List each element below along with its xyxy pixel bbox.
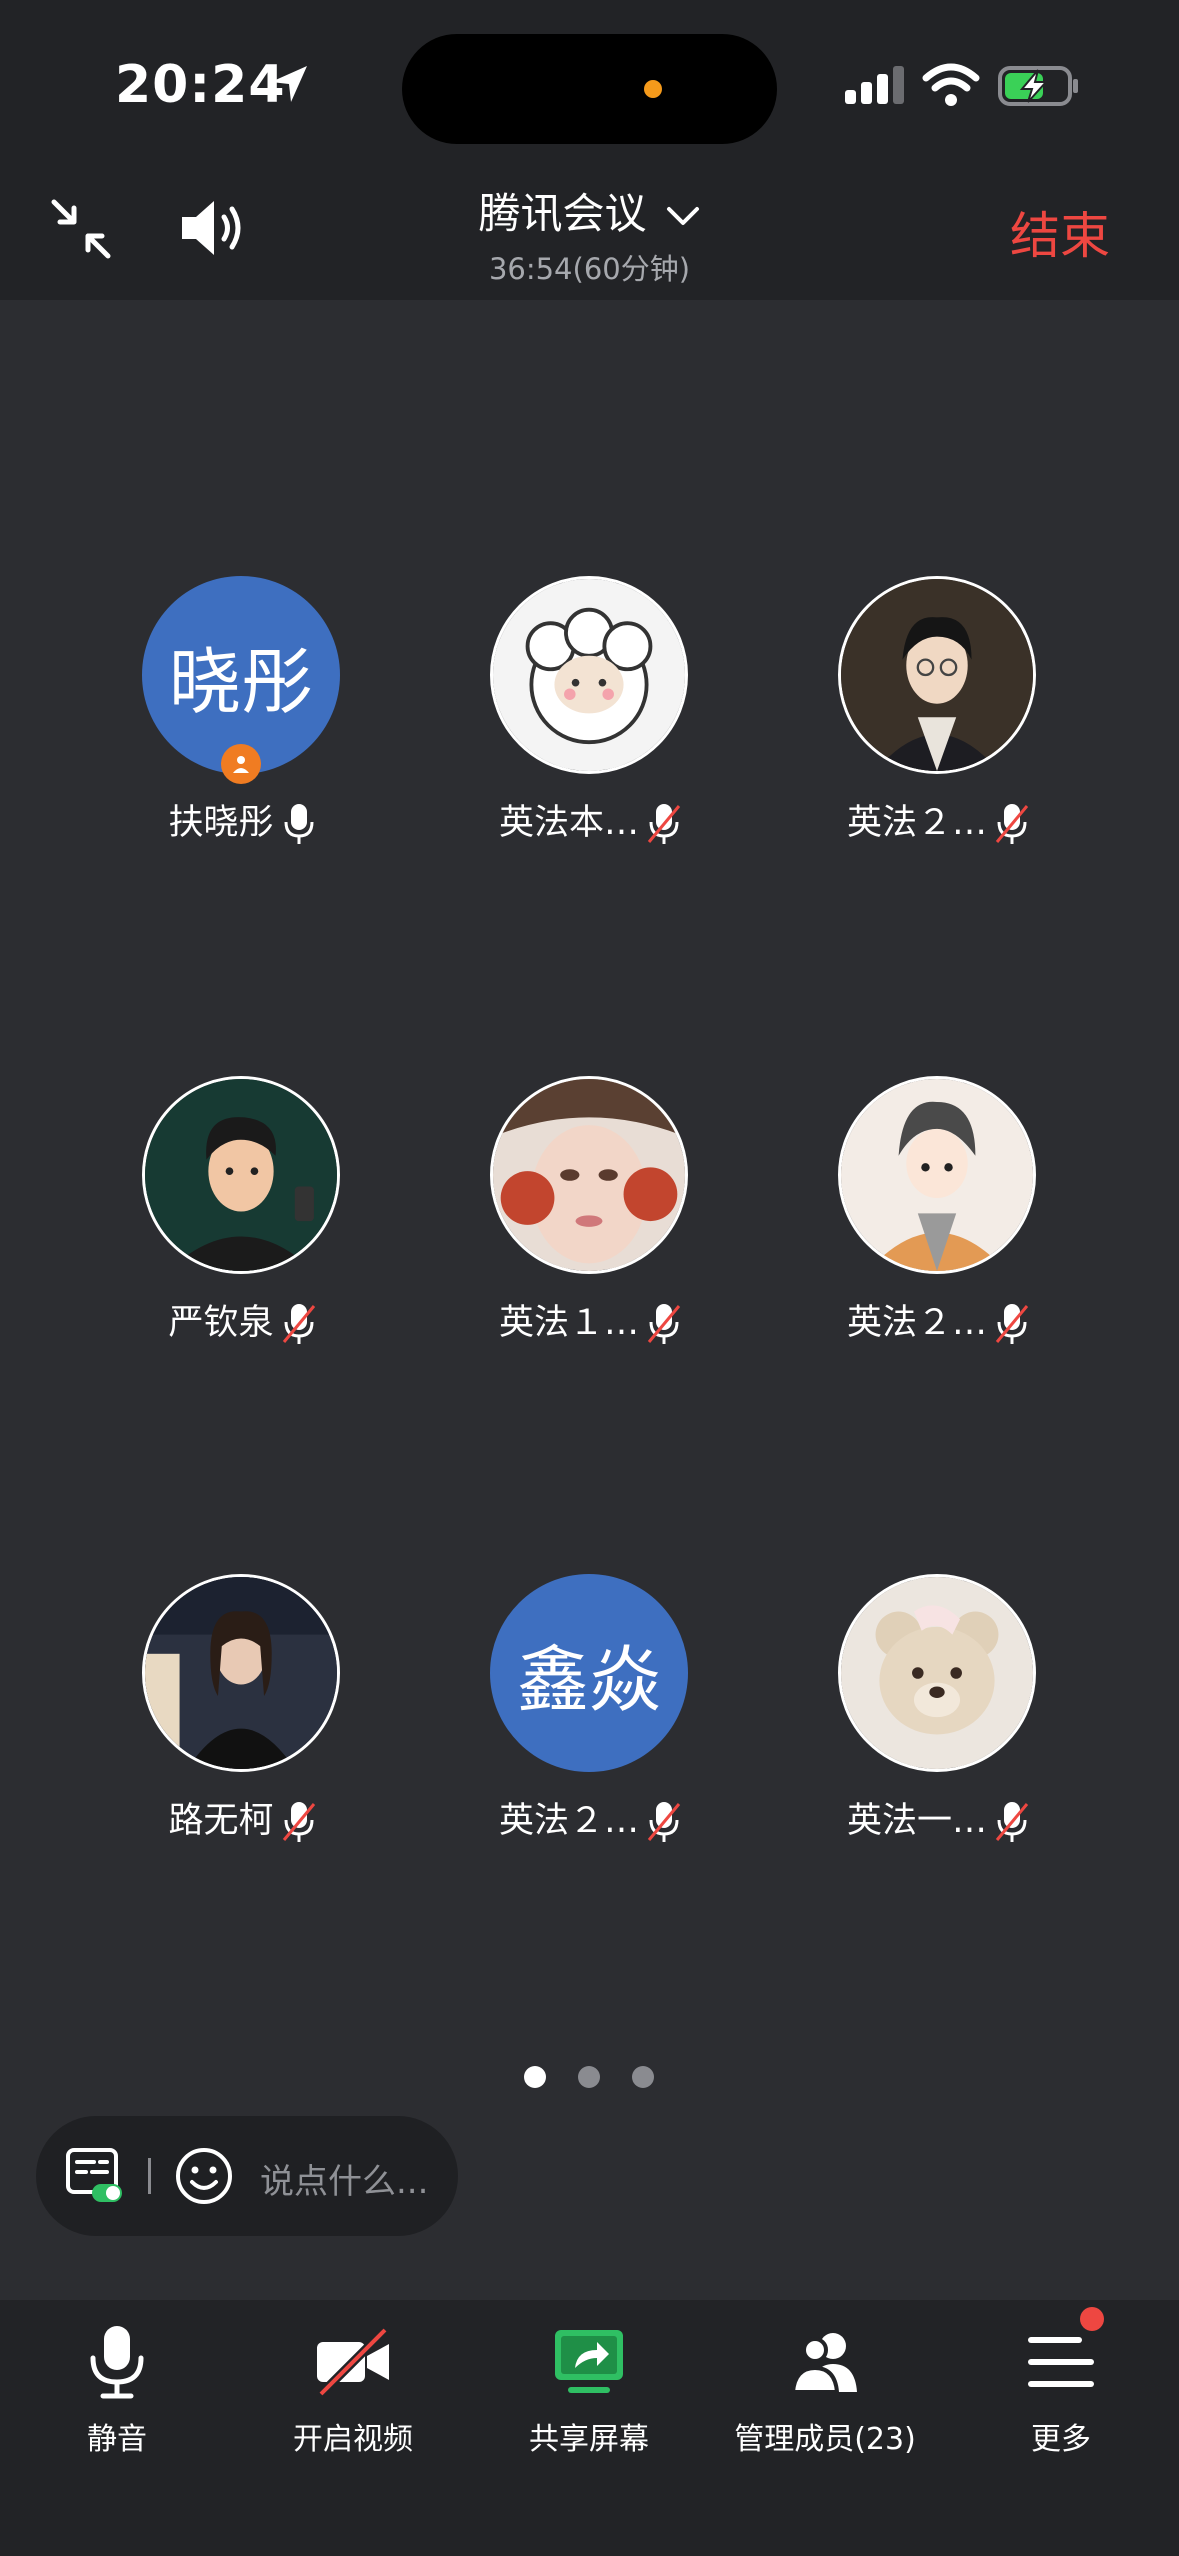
cellular-signal-icon (845, 66, 904, 104)
manage-members-label: 管理成员(23) (734, 2422, 916, 2457)
emoji-icon[interactable] (174, 2146, 234, 2206)
anime-boy-avatar-icon (838, 576, 1036, 774)
chat-input-placeholder[interactable]: 说点什么... (260, 2154, 428, 2203)
muted-microphone-icon (995, 1304, 1029, 1344)
participant-name: 严钦泉 (168, 1303, 274, 1343)
participant-name: 英法１… (498, 1303, 639, 1343)
meeting-title[interactable]: 腾讯会议 (0, 180, 1179, 241)
page-dot[interactable] (578, 2066, 600, 2088)
members-icon (790, 2333, 857, 2394)
location-arrow-icon (271, 66, 307, 102)
participant-tile[interactable]: 路无柯 (92, 1574, 392, 1864)
wifi-icon (922, 63, 980, 106)
manage-members-button[interactable]: 管理成员(23) (715, 2322, 935, 2472)
privacy-indicator-dot (644, 80, 662, 98)
participant-tile[interactable]: 英法一… (788, 1574, 1088, 1864)
page-dot[interactable] (632, 2066, 654, 2088)
share-screen-button[interactable]: 共享屏幕 (479, 2322, 699, 2472)
participant-name: 英法一… (846, 1801, 987, 1841)
chat-input-bar[interactable]: 说点什么... (36, 2116, 458, 2236)
share-screen-label: 共享屏幕 (529, 2422, 649, 2457)
battery-charging-icon (998, 66, 1078, 106)
start-video-label: 开启视频 (293, 2422, 413, 2457)
participant-name: 英法２… (846, 1303, 987, 1343)
more-button[interactable]: 更多 (951, 2322, 1171, 2472)
muted-microphone-icon (995, 804, 1029, 844)
avatar: 鑫焱 (490, 1574, 688, 1772)
muted-microphone-icon (647, 1304, 681, 1344)
muted-microphone-icon (995, 1802, 1029, 1842)
page-indicator[interactable] (524, 2066, 664, 2090)
participant-name-row: 英法一… (788, 1792, 1088, 1844)
participant-name-row: 英法２… (788, 794, 1088, 846)
participant-tile[interactable]: 英法２… (788, 1076, 1088, 1366)
participant-tile[interactable]: 鑫焱 英法２… (440, 1574, 740, 1864)
host-badge-icon (221, 744, 261, 784)
participant-name: 英法２… (846, 803, 987, 843)
page-dot-active[interactable] (524, 2066, 546, 2088)
start-video-button[interactable]: 开启视频 (243, 2322, 463, 2472)
share-screen-icon (555, 2330, 623, 2393)
mute-button[interactable]: 静音 (7, 2322, 227, 2472)
captions-toggle-icon[interactable] (64, 2146, 126, 2206)
microphone-icon (284, 804, 313, 844)
chevron-down-icon (666, 206, 699, 225)
microphone-icon (90, 2326, 144, 2399)
end-meeting-button[interactable]: 结束 (1010, 196, 1110, 268)
sheep-avatar-icon (490, 576, 688, 774)
participant-tile[interactable]: 晓彤 扶晓彤 (92, 576, 392, 866)
participant-name-row: 英法２… (440, 1792, 740, 1844)
photo-girl-avatar-icon (490, 1076, 688, 1274)
participant-tile[interactable]: 英法本… (440, 576, 740, 866)
meeting-timer: 36:54(60分钟) (488, 252, 691, 286)
teddy-bear-avatar-icon (838, 1574, 1036, 1772)
participant-name-row: 严钦泉 (92, 1294, 392, 1346)
cartoon-man-avatar-icon (142, 1076, 340, 1274)
muted-microphone-icon (282, 1304, 315, 1344)
notification-dot (1080, 2307, 1104, 2331)
muted-microphone-icon (647, 1802, 681, 1842)
divider (148, 2158, 151, 2194)
mute-label: 静音 (87, 2422, 147, 2457)
muted-microphone-icon (647, 804, 681, 844)
participant-name-row: 英法本… (440, 794, 740, 846)
participant-tile[interactable]: 英法２… (788, 576, 1088, 866)
status-time: 20:24 (115, 55, 286, 115)
participant-tile[interactable]: 严钦泉 (92, 1076, 392, 1366)
participant-name-row: 扶晓彤 (92, 794, 392, 846)
participant-name: 扶晓彤 (168, 803, 274, 843)
muted-microphone-icon (282, 1802, 315, 1842)
meeting-title-text: 腾讯会议 (478, 189, 647, 238)
participant-tile[interactable]: 英法１… (440, 1076, 740, 1366)
participant-name: 英法２… (498, 1801, 639, 1841)
participant-name: 英法本… (498, 803, 639, 843)
photo-woman-avatar-icon (142, 1574, 340, 1772)
more-label: 更多 (1031, 2422, 1091, 2457)
dynamic-island (402, 34, 777, 144)
video-off-icon (317, 2326, 389, 2398)
participant-name-row: 路无柯 (92, 1792, 392, 1844)
cartoon-girl-avatar-icon (838, 1076, 1036, 1274)
participant-name-row: 英法２… (788, 1294, 1088, 1346)
menu-icon (1028, 2337, 1094, 2387)
participant-name: 路无柯 (168, 1801, 274, 1841)
participant-name-row: 英法１… (440, 1294, 740, 1346)
